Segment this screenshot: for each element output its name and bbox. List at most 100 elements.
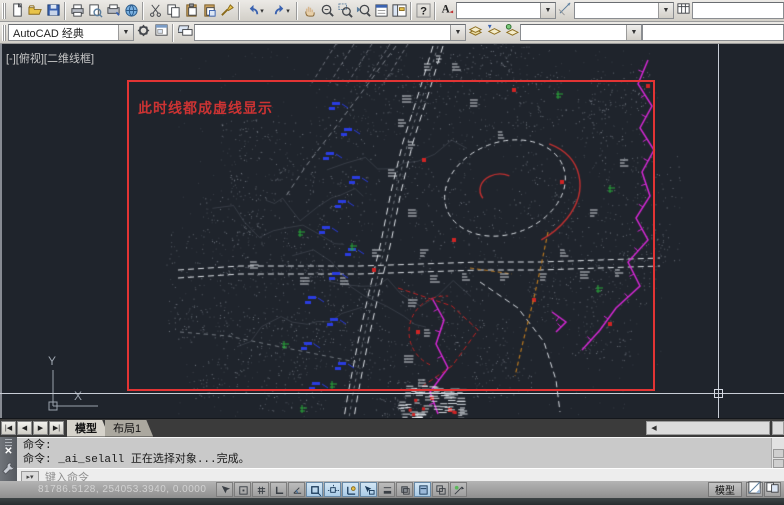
toggle-grid-display[interactable] xyxy=(252,482,269,497)
paste-button[interactable] xyxy=(182,2,200,20)
zoom-window-button[interactable] xyxy=(336,2,354,20)
crosshair-pickbox xyxy=(714,389,723,398)
toggle-lineweight[interactable] xyxy=(378,482,395,497)
coordinate-readout[interactable]: 81786.5128, 254053.3940, 0.0000 xyxy=(38,484,206,495)
toggle-object-snap-tracking[interactable] xyxy=(324,482,341,497)
toggle-selection-cycling[interactable] xyxy=(432,482,449,497)
layer-combo[interactable]: ▼ xyxy=(194,24,466,41)
tab-model[interactable]: 模型 xyxy=(67,420,109,437)
toggle-polar-tracking[interactable] xyxy=(288,482,305,497)
scroll-up-icon[interactable] xyxy=(773,449,784,458)
table-style-icon[interactable] xyxy=(674,2,692,20)
plot-preview-button[interactable] xyxy=(86,2,104,20)
tab-nav-first-button[interactable]: |◀ xyxy=(1,421,16,435)
layout-tab-bar: |◀ ◀ ▶ ▶| 模型 布局1 ◀ xyxy=(0,418,784,437)
annotation-scale-button[interactable] xyxy=(746,482,763,497)
layer-states-button[interactable] xyxy=(466,24,484,42)
copy-button[interactable] xyxy=(164,2,182,20)
tab-nav-last-button[interactable]: ▶| xyxy=(49,421,64,435)
color-combo[interactable]: ▼ xyxy=(520,24,642,41)
toolbar-separator xyxy=(172,24,174,42)
toggle-infer-constraints[interactable] xyxy=(216,482,233,497)
drawing-area[interactable]: [-][俯视][二维线框] 此时线都成虚线显示 Y X xyxy=(0,44,784,418)
match-properties-button[interactable] xyxy=(218,2,236,20)
toggle-snap-mode[interactable] xyxy=(234,482,251,497)
svg-text:Y: Y xyxy=(48,354,56,368)
toggle-object-snap[interactable] xyxy=(306,482,323,497)
toggle-quick-properties[interactable] xyxy=(414,482,431,497)
command-scrollbar[interactable] xyxy=(771,438,784,468)
status-right-group: 模型 xyxy=(708,482,781,497)
dim-style-icon-glyph xyxy=(558,1,573,21)
workspace-toolbar: AutoCAD 经典 ▼ ▼ ▼ xyxy=(0,22,784,44)
chevron-down-icon[interactable]: ▼ xyxy=(450,25,465,40)
workspace-switch-icon xyxy=(765,480,780,500)
chevron-down-icon[interactable]: ▼ xyxy=(626,25,641,40)
toggle-annotation-monitor[interactable] xyxy=(450,482,467,497)
wrench-icon[interactable] xyxy=(1,461,16,481)
svg-text:?: ? xyxy=(420,6,427,18)
layer-properties-button[interactable] xyxy=(176,24,194,42)
status-toggle-group xyxy=(216,482,468,497)
help-button[interactable]: ? xyxy=(414,2,432,20)
chevron-down-icon[interactable]: ▼ xyxy=(118,25,133,40)
open-file-button[interactable] xyxy=(26,2,44,20)
publish-button[interactable] xyxy=(122,2,140,20)
tab-nav-next-button[interactable]: ▶ xyxy=(33,421,48,435)
layer-previous-button[interactable] xyxy=(484,24,502,42)
command-window-drag-grip[interactable] xyxy=(5,439,12,446)
table-style-combo[interactable] xyxy=(692,2,784,19)
workspace-combo[interactable]: AutoCAD 经典 ▼ xyxy=(8,24,134,41)
tab-layout1[interactable]: 布局1 xyxy=(105,420,153,437)
text-style-combo[interactable]: ▼ xyxy=(456,2,556,19)
properties-button[interactable] xyxy=(372,2,390,20)
layers-icon xyxy=(178,23,193,43)
zoom-previous-button[interactable] xyxy=(354,2,372,20)
chevron-down-icon[interactable]: ▼ xyxy=(658,3,673,18)
layer-isolate-button[interactable] xyxy=(502,24,520,42)
designcenter-button[interactable] xyxy=(390,2,408,20)
toggle-dynamic-ucs[interactable] xyxy=(342,482,359,497)
toolbar-separator xyxy=(296,2,298,20)
new-file-button[interactable] xyxy=(8,2,26,20)
chevron-down-icon[interactable]: ▾ xyxy=(286,7,290,15)
toolbar-drag-handle[interactable] xyxy=(2,3,6,19)
toggle-ortho-mode[interactable] xyxy=(270,482,287,497)
toolbar-drag-handle[interactable] xyxy=(2,25,6,41)
workspace-settings-button[interactable] xyxy=(134,24,152,42)
save-file-button[interactable] xyxy=(44,2,62,20)
dim-style-icon[interactable] xyxy=(556,2,574,20)
window-icon xyxy=(154,23,169,43)
paste-special-button[interactable] xyxy=(200,2,218,20)
scroll-left-icon[interactable]: ◀ xyxy=(647,422,661,434)
plot-button[interactable] xyxy=(68,2,86,20)
toggle-dynamic-input[interactable] xyxy=(360,482,377,497)
scrollbar-right-button[interactable] xyxy=(772,421,784,435)
text-style-icon[interactable]: A xyxy=(438,2,456,20)
standard-toolbar: ▾ ▾? A ▼ ▼ xyxy=(0,0,784,22)
dim-style-combo[interactable]: ▼ xyxy=(574,2,674,19)
workspace-switch-button[interactable] xyxy=(764,482,781,497)
linetype-combo[interactable] xyxy=(642,24,784,41)
command-history-line: 命令: _ai_selall 正在选择对象...完成。 xyxy=(23,453,778,467)
undo-button[interactable]: ▾ xyxy=(242,2,268,20)
toolbar-separator xyxy=(434,2,436,20)
chevron-down-icon[interactable]: ▾ xyxy=(260,7,264,15)
horizontal-scrollbar[interactable]: ◀ xyxy=(646,421,770,435)
zoom-realtime-button[interactable] xyxy=(318,2,336,20)
layer-isolate-icon xyxy=(504,23,519,43)
scroll-down-icon[interactable] xyxy=(773,459,784,468)
toggle-transparency[interactable] xyxy=(396,482,413,497)
chevron-down-icon[interactable]: ▼ xyxy=(540,3,555,18)
command-history[interactable]: 命令: 命令: _ai_selall 正在选择对象...完成。 xyxy=(17,438,784,468)
page-setup-button[interactable] xyxy=(104,2,122,20)
pan-button[interactable] xyxy=(300,2,318,20)
command-window-strip: ✕ xyxy=(0,437,17,481)
cut-button[interactable] xyxy=(146,2,164,20)
close-icon[interactable]: ✕ xyxy=(4,446,12,458)
svg-text:X: X xyxy=(74,389,82,403)
redo-button[interactable]: ▾ xyxy=(268,2,294,20)
tab-nav-prev-button[interactable]: ◀ xyxy=(17,421,32,435)
workspace-save-button[interactable] xyxy=(152,24,170,42)
model-space-button[interactable]: 模型 xyxy=(708,482,742,497)
